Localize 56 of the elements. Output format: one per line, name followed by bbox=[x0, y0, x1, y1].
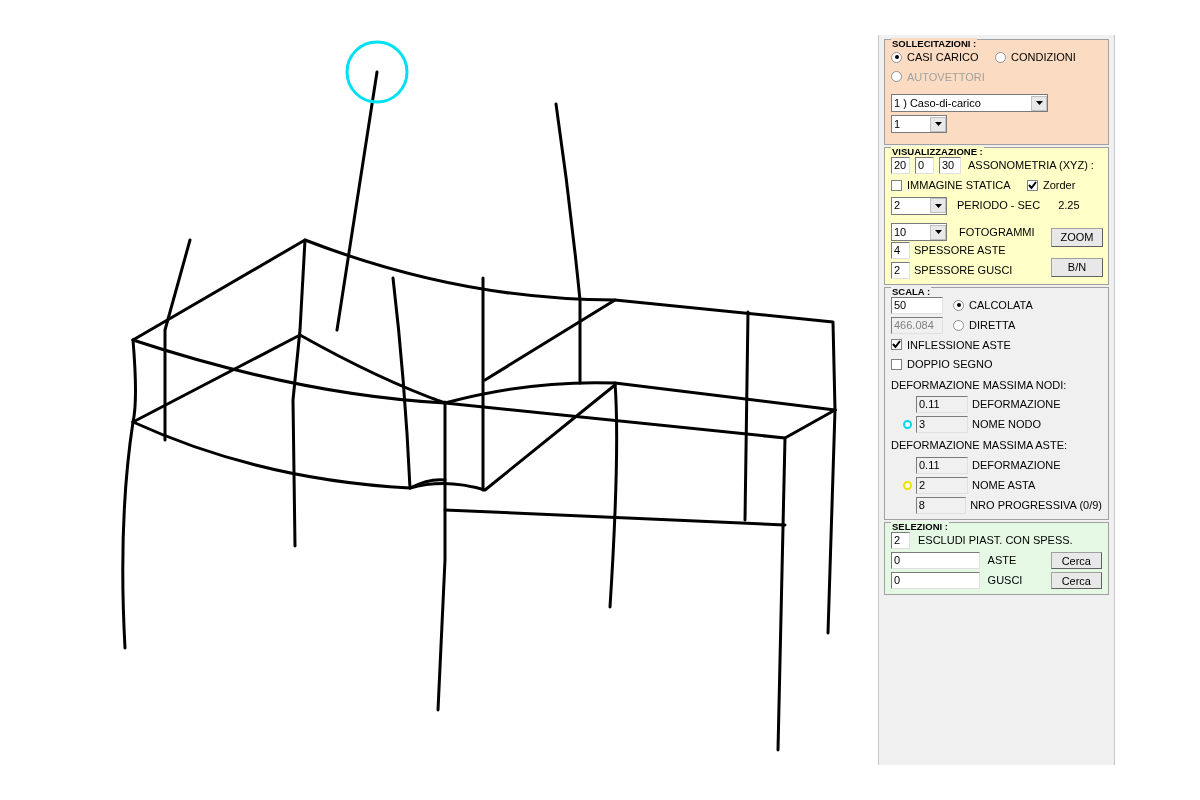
checkbox-option[interactable]: IMMAGINE STATICA bbox=[891, 177, 1027, 194]
section-heading: DEFORMAZIONE MASSIMA ASTE: bbox=[891, 438, 1069, 453]
input-field[interactable]: 30 bbox=[939, 157, 961, 174]
field-label: SPESSORE ASTE bbox=[914, 242, 1006, 258]
input-field[interactable]: 2 bbox=[891, 261, 910, 279]
field-label: ASTE bbox=[987, 552, 1018, 568]
field-label: FOTOGRAMMI bbox=[959, 224, 1035, 240]
field-label: GUSCI bbox=[987, 572, 1024, 588]
input-field[interactable]: 20 bbox=[891, 157, 910, 174]
dropdown-value: 1 ) Caso-di-carico bbox=[893, 95, 982, 111]
dropdown[interactable]: 2 bbox=[891, 196, 947, 215]
input-field[interactable]: 4 bbox=[891, 241, 910, 259]
field-label: ASSONOMETRIA (XYZ) : bbox=[968, 158, 1094, 174]
button[interactable]: B/N bbox=[1051, 257, 1103, 277]
field-label: NOME NODO bbox=[972, 417, 1042, 433]
input-field[interactable]: 0.11 bbox=[916, 396, 968, 413]
radio-option[interactable]: CASI CARICO bbox=[891, 49, 995, 66]
dropdown[interactable]: 1 bbox=[891, 115, 947, 133]
input-field[interactable]: 3 bbox=[916, 416, 968, 433]
radio-option[interactable]: CALCOLATA bbox=[953, 296, 1033, 314]
checkmark-icon bbox=[892, 340, 901, 350]
field-label: NOME ASTA bbox=[972, 477, 1036, 493]
group-title: SOLLECITAZIONI : bbox=[891, 38, 978, 49]
radio-option[interactable]: CONDIZIONI bbox=[995, 49, 1076, 66]
field-label: DEFORMAZIONE bbox=[972, 397, 1061, 413]
input-field[interactable]: 50 bbox=[891, 296, 943, 314]
section-heading: DEFORMAZIONE MASSIMA NODI: bbox=[891, 377, 1068, 393]
checkmark-icon bbox=[1028, 180, 1037, 190]
period-reading: 2.25 bbox=[1058, 198, 1080, 214]
checkbox-option[interactable]: Zorder bbox=[1027, 177, 1076, 194]
input-field[interactable]: 0 bbox=[891, 571, 980, 589]
button[interactable]: Cerca bbox=[1050, 551, 1102, 569]
input-field[interactable]: 2 bbox=[916, 476, 968, 494]
group-title: SCALA : bbox=[891, 285, 932, 297]
field-label: PERIODO - SEC bbox=[957, 198, 1041, 214]
radio-option[interactable]: DIRETTA bbox=[953, 316, 1016, 334]
dropdown-value: 10 bbox=[893, 224, 908, 240]
button[interactable]: ZOOM bbox=[1051, 227, 1103, 247]
input-field[interactable]: 0.11 bbox=[916, 456, 968, 474]
field-label: DEFORMAZIONE bbox=[972, 457, 1061, 473]
checkbox-option[interactable]: DOPPIO SEGNO bbox=[891, 356, 1102, 373]
dropdown[interactable]: 1 ) Caso-di-carico bbox=[891, 94, 1048, 112]
group-title: SELEZIONI : bbox=[891, 520, 949, 532]
dropdown-value: 1 bbox=[893, 116, 902, 132]
input-field[interactable]: 0 bbox=[891, 551, 980, 569]
input-field[interactable]: 0 bbox=[915, 157, 934, 174]
node-marker-icon bbox=[345, 40, 409, 104]
group-title: VISUALIZZAZIONE : bbox=[891, 146, 984, 157]
dropdown-value: 2 bbox=[893, 198, 902, 213]
checkbox-option[interactable]: INFLESSIONE ASTE bbox=[891, 336, 1102, 353]
field-label: SPESSORE GUSCI bbox=[914, 262, 1013, 278]
dropdown[interactable]: 10 bbox=[891, 223, 947, 241]
button[interactable]: Cerca bbox=[1050, 571, 1102, 589]
input-field[interactable]: 8 bbox=[915, 496, 967, 514]
field-label: NRO PROGRESSIVA (0/9) bbox=[970, 497, 1102, 513]
field-label: ESCLUDI PIAST. CON SPESS. bbox=[918, 532, 1073, 548]
